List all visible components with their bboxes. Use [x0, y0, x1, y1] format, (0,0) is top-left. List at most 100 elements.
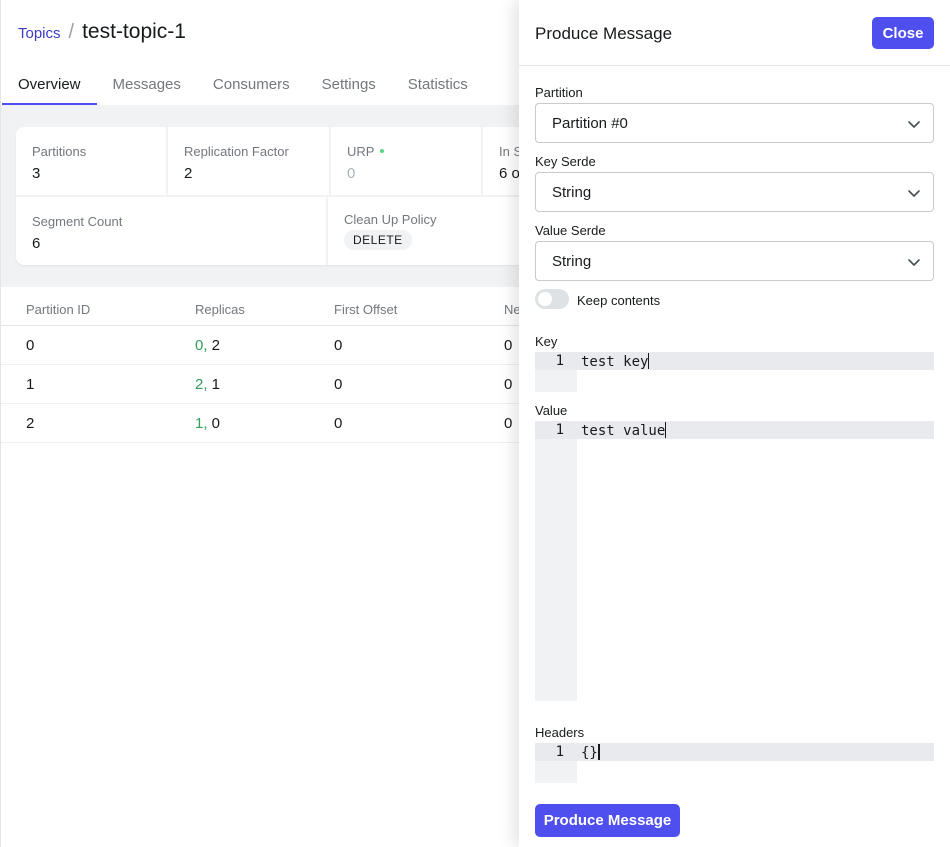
tab-settings[interactable]: Settings	[306, 66, 392, 105]
cell-replicas: 0, 2	[195, 337, 220, 354]
table-header: Partition ID Replicas First Offset Ne	[1, 290, 521, 326]
divider	[481, 127, 483, 195]
text-cursor	[665, 422, 667, 438]
replica-leader: 1,	[195, 415, 208, 432]
chevron-down-icon	[908, 190, 920, 197]
breadcrumb-separator: /	[68, 21, 75, 43]
divider	[166, 127, 168, 195]
key-text: test key	[581, 354, 649, 370]
metric-value: 6	[32, 235, 41, 252]
table-row: 2 1, 0 0 0	[1, 404, 521, 443]
topic-tabs: Overview Messages Consumers Settings Sta…	[2, 66, 484, 105]
tab-overview[interactable]: Overview	[2, 66, 97, 105]
table-row: 0 0, 2 0 0	[1, 326, 521, 365]
toggle-knob	[538, 292, 552, 306]
editor-active-line: 1 {}	[535, 743, 934, 761]
value-label: Value	[535, 403, 568, 418]
column-header[interactable]: Replicas	[195, 302, 245, 317]
metric-value: 0	[347, 165, 356, 182]
chevron-down-icon	[908, 121, 920, 128]
drawer-title: Produce Message	[535, 24, 673, 43]
key-editor[interactable]: 1 test key	[535, 352, 934, 392]
close-button[interactable]: Close	[872, 17, 934, 49]
partition-select-value: Partition #0	[552, 115, 628, 132]
editor-gutter	[535, 421, 577, 701]
metric-value: 2	[184, 165, 193, 182]
metric-label: Partitions	[32, 144, 87, 159]
keep-contents-toggle[interactable]	[535, 289, 569, 309]
metric-partitions: Partitions 3	[32, 144, 86, 182]
key-serde-label: Key Serde	[535, 154, 596, 169]
metric-clean-up-policy: Clean Up Policy DELETE	[344, 212, 437, 250]
produce-message-drawer: Produce Message Close Partition Partitio…	[519, 0, 950, 847]
value-serde-label: Value Serde	[535, 223, 606, 238]
key-serde-select[interactable]: String	[535, 172, 934, 212]
keep-contents-label: Keep contents	[577, 293, 661, 308]
key-code: test key	[581, 353, 650, 370]
line-number: 1	[555, 353, 564, 369]
line-number: 1	[555, 422, 564, 438]
metric-label: Segment Count	[32, 214, 123, 229]
breadcrumb-topics-link[interactable]: Topics	[18, 25, 61, 42]
metrics-card: Partitions 3 Replication Factor 2 URP 0 …	[16, 127, 576, 265]
replica-leader: 0,	[195, 337, 208, 354]
replica-follower: 1	[207, 376, 221, 393]
key-label: Key	[535, 334, 558, 349]
tab-statistics[interactable]: Statistics	[392, 66, 484, 105]
cell-replicas: 2, 1	[195, 376, 220, 393]
drawer-header: Produce Message Close	[519, 0, 950, 66]
cell-next-offset: 0	[504, 376, 513, 393]
urp-label: URP	[347, 144, 375, 159]
headers-text: {}	[581, 745, 598, 761]
cell-partition-id: 0	[26, 337, 35, 354]
value-serde-select-value: String	[552, 253, 592, 270]
line-number: 1	[555, 744, 564, 760]
cell-partition-id: 2	[26, 415, 35, 432]
editor-active-line: 1 test key	[535, 352, 934, 370]
metric-segment-count: Segment Count 6	[32, 214, 122, 252]
metric-value: 3	[32, 165, 41, 182]
page-title: test-topic-1	[82, 20, 186, 43]
cell-partition-id: 1	[26, 376, 35, 393]
breadcrumb: Topics / test-topic-1	[18, 20, 186, 44]
divider	[326, 197, 328, 265]
replica-follower: 2	[207, 337, 221, 354]
metric-urp: URP 0	[347, 144, 385, 182]
value-editor[interactable]: 1 test value	[535, 421, 934, 701]
tab-messages[interactable]: Messages	[97, 66, 197, 105]
editor-active-line: 1 test value	[535, 421, 934, 439]
partition-label: Partition	[535, 85, 583, 100]
value-text: test value	[581, 423, 666, 439]
headers-editor[interactable]: 1 {}	[535, 743, 934, 783]
chevron-down-icon	[908, 259, 920, 266]
metric-replication-factor: Replication Factor 2	[184, 144, 289, 182]
cell-first-offset: 0	[334, 376, 343, 393]
replica-follower: 0	[207, 415, 221, 432]
replica-leader: 2,	[195, 376, 208, 393]
key-serde-select-value: String	[552, 184, 592, 201]
metric-label: Clean Up Policy	[344, 212, 437, 227]
headers-label: Headers	[535, 725, 585, 740]
column-header[interactable]: First Offset	[334, 302, 397, 317]
column-header[interactable]: Partition ID	[26, 302, 90, 317]
cell-next-offset: 0	[504, 337, 513, 354]
metric-label: Replication Factor	[184, 144, 289, 159]
divider	[16, 195, 576, 197]
cell-first-offset: 0	[334, 415, 343, 432]
table-row: 1 2, 1 0 0	[1, 365, 521, 404]
produce-message-button[interactable]: Produce Message	[535, 804, 680, 837]
cell-replicas: 1, 0	[195, 415, 220, 432]
tab-consumers[interactable]: Consumers	[197, 66, 306, 105]
text-cursor	[597, 744, 600, 760]
value-serde-select[interactable]: String	[535, 241, 934, 281]
partitions-table: Partition ID Replicas First Offset Ne 0 …	[1, 290, 521, 443]
cell-first-offset: 0	[334, 337, 343, 354]
headers-code: {}	[581, 744, 600, 761]
cell-next-offset: 0	[504, 415, 513, 432]
status-dot-icon	[380, 148, 385, 153]
policy-tag: DELETE	[344, 230, 412, 250]
partition-select[interactable]: Partition #0	[535, 103, 934, 143]
divider	[329, 127, 331, 195]
text-cursor	[648, 353, 650, 369]
value-code: test value	[581, 422, 667, 439]
